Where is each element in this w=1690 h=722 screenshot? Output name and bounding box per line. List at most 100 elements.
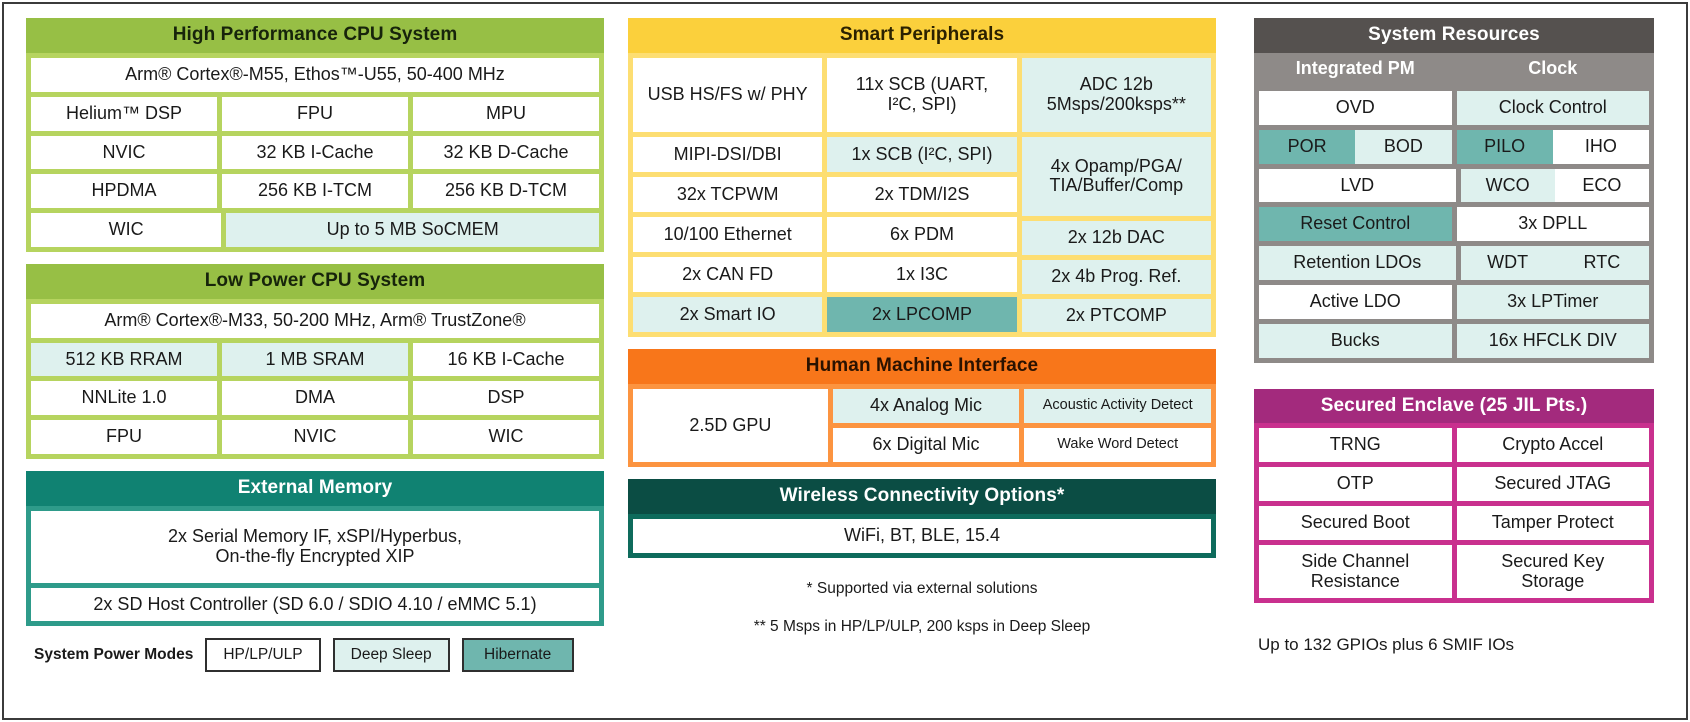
hp-cpu-row-4: WIC Up to 5 MB SoCMEM <box>31 213 599 247</box>
sp-adc-line-2: 5Msps/200ksps** <box>1046 93 1186 114</box>
wireless-title: Wireless Connectivity Options* <box>628 478 1216 514</box>
panel-high-performance-cpu-system: High Performance CPU System Arm® Cortex®… <box>26 18 604 252</box>
power-mode-hp-lp-ulp[interactable]: HP/LP/ULP <box>205 638 321 673</box>
hp-cpu-row-3: HPDMA 256 KB I-TCM 256 KB D-TCM <box>31 174 599 209</box>
se-side-channel-line-1: Side Channel <box>1301 550 1410 571</box>
sr-cell-ovd: OVD <box>1259 90 1452 125</box>
se-row-2: OTP Secured JTAG <box>1259 467 1649 502</box>
hp-cpu-row-2: NVIC 32 KB I-Cache 32 KB D-Cache <box>31 135 599 170</box>
lp-cpu-row-1: 512 KB RRAM 1 MB SRAM 16 KB I-Cache <box>31 342 599 377</box>
se-cell-secured-boot: Secured Boot <box>1259 506 1452 540</box>
panel-external-memory: External Memory 2x Serial Memory IF, xSP… <box>26 471 604 627</box>
sr-cell-hfclk-div: 16x HFCLK DIV <box>1456 323 1649 358</box>
lp-cell-dma: DMA <box>222 381 408 416</box>
smart-peripherals-title: Smart Peripherals <box>628 18 1216 53</box>
sr-cell-active-ldo: Active LDO <box>1259 284 1452 319</box>
sr-cell-bod: BOD <box>1355 129 1452 164</box>
secured-enclave-title: Secured Enclave (25 JIL Pts.) <box>1254 388 1654 424</box>
sr-row-1: OVD Clock Control <box>1259 90 1649 125</box>
sr-cell-por: POR <box>1259 129 1356 164</box>
sp-column-2: 11x SCB (UART, I²C, SPI) 1x SCB (I²C, SP… <box>827 57 1017 333</box>
sp-cell-adc: ADC 12b 5Msps/200ksps** <box>1021 57 1211 132</box>
sr-row-6: Active LDO 3x LPTimer <box>1259 284 1649 319</box>
hmi-cell-acoustic-activity-detect: Acoustic Activity Detect <box>1024 389 1212 424</box>
right-column: System Resources Integrated PM Clock OVD… <box>1254 18 1654 718</box>
sp-scb-line-1: 11x SCB (UART, <box>855 74 989 95</box>
lp-cpu-title: Low Power CPU System <box>26 263 604 299</box>
sp-cell-ethernet: 10/100 Ethernet <box>633 217 823 253</box>
se-cell-side-channel-resistance: Side Channel Resistance <box>1259 544 1452 599</box>
hp-cell-mpu: MPU <box>413 96 599 131</box>
sp-cell-canfd: 2x CAN FD <box>633 257 823 293</box>
panel-system-resources: System Resources Integrated PM Clock OVD… <box>1254 18 1654 363</box>
sr-cell-iho: IHO <box>1552 129 1649 164</box>
sp-adc-line-1: ADC 12b <box>1079 74 1153 95</box>
ext-mem-line-2: On-the-fly Encrypted XIP <box>215 545 415 566</box>
sp-cell-dac: 2x 12b DAC <box>1021 220 1211 255</box>
sr-cell-retention-ldos: Retention LDOs <box>1259 246 1456 280</box>
sr-row-7: Bucks 16x HFCLK DIV <box>1259 323 1649 358</box>
subheader-integrated-pm: Integrated PM <box>1295 57 1415 78</box>
footnote-double-star: ** 5 Msps in HP/LP/ULP, 200 ksps in Deep… <box>753 617 1091 635</box>
lp-cell-i-cache: 16 KB I-Cache <box>413 342 599 377</box>
sr-cell-eco: ECO <box>1554 168 1649 203</box>
se-row-3: Secured Boot Tamper Protect <box>1259 506 1649 540</box>
hp-cell-helium-dsp: Helium™ DSP <box>31 96 217 131</box>
hp-cell-i-cache: 32 KB I-Cache <box>222 135 408 170</box>
sr-row-3: LVD WCO ECO <box>1259 168 1649 203</box>
lp-cell-nvic: NVIC <box>222 420 408 455</box>
power-modes-label: System Power Modes <box>34 646 194 664</box>
sp-column-3: ADC 12b 5Msps/200ksps** 4x Opamp/PGA/ TI… <box>1021 57 1211 333</box>
sr-cell-clock-control: Clock Control <box>1456 90 1649 125</box>
sr-row-5: Retention LDOs WDT RTC <box>1259 246 1649 280</box>
sp-cell-tcpwm: 32x TCPWM <box>633 177 823 213</box>
se-cell-otp: OTP <box>1259 467 1452 502</box>
sp-cell-opamp: 4x Opamp/PGA/ TIA/Buffer/Comp <box>1021 136 1211 216</box>
external-memory-sd-host: 2x SD Host Controller (SD 6.0 / SDIO 4.1… <box>31 587 599 622</box>
lp-cell-nnlite: NNLite 1.0 <box>31 381 217 416</box>
sp-column-1: USB HS/FS w/ PHY MIPI-DSI/DBI 32x TCPWM … <box>633 57 823 333</box>
hp-cell-i-tcm: 256 KB I-TCM <box>222 174 408 209</box>
sp-cell-usb: USB HS/FS w/ PHY <box>633 57 823 132</box>
sr-split-wco-eco: WCO ECO <box>1460 168 1649 203</box>
hp-cell-d-cache: 32 KB D-Cache <box>413 135 599 170</box>
hp-cpu-title: High Performance CPU System <box>26 18 604 53</box>
hmi-cell-gpu: 2.5D GPU <box>633 389 828 462</box>
sr-cell-bucks: Bucks <box>1259 323 1452 358</box>
hp-cpu-core: Arm® Cortex®-M55, Ethos™-U55, 50-400 MHz <box>31 57 599 92</box>
se-cell-secured-jtag: Secured JTAG <box>1456 467 1649 502</box>
se-cell-secured-key-storage: Secured Key Storage <box>1456 544 1649 599</box>
lp-cell-dsp: DSP <box>413 381 599 416</box>
lp-cell-sram: 1 MB SRAM <box>222 342 408 377</box>
hp-cell-fpu: FPU <box>222 96 408 131</box>
hmi-detect-column: Acoustic Activity Detect Wake Word Detec… <box>1024 389 1212 462</box>
sp-cell-tdm-i2s: 2x TDM/I2S <box>827 177 1017 213</box>
hp-cell-hpdma: HPDMA <box>31 174 217 209</box>
se-cell-trng: TRNG <box>1259 428 1452 463</box>
sr-row-4: Reset Control 3x DPLL <box>1259 207 1649 242</box>
sr-split-por-bod: POR BOD <box>1259 129 1452 164</box>
sr-cell-wco: WCO <box>1460 168 1555 203</box>
hp-cell-d-tcm: 256 KB D-TCM <box>413 174 599 209</box>
se-side-channel-line-2: Resistance <box>1310 570 1400 591</box>
hmi-mic-column: 4x Analog Mic 6x Digital Mic <box>832 389 1020 462</box>
lp-cell-fpu: FPU <box>31 420 217 455</box>
sp-cell-mipi: MIPI-DSI/DBI <box>633 136 823 173</box>
sr-cell-lptimer: 3x LPTimer <box>1456 284 1649 319</box>
power-mode-hibernate[interactable]: Hibernate <box>461 638 574 673</box>
hp-cell-nvic: NVIC <box>31 135 217 170</box>
sp-cell-smart-io: 2x Smart IO <box>633 297 823 333</box>
panel-low-power-cpu-system: Low Power CPU System Arm® Cortex®-M33, 5… <box>26 263 604 460</box>
wireless-value: WiFi, BT, BLE, 15.4 <box>633 518 1211 553</box>
external-memory-serial: 2x Serial Memory IF, xSPI/Hyperbus, On-t… <box>31 510 599 583</box>
power-mode-deep-sleep[interactable]: Deep Sleep <box>332 638 450 673</box>
sp-scb-line-2: I²C, SPI) <box>887 93 957 114</box>
gpio-note: Up to 132 GPIOs plus 6 SMIF IOs <box>1258 635 1515 655</box>
lp-cpu-row-2: NNLite 1.0 DMA DSP <box>31 381 599 416</box>
panel-human-machine-interface: Human Machine Interface 2.5D GPU 4x Anal… <box>628 349 1216 467</box>
sr-cell-lvd: LVD <box>1259 168 1456 203</box>
